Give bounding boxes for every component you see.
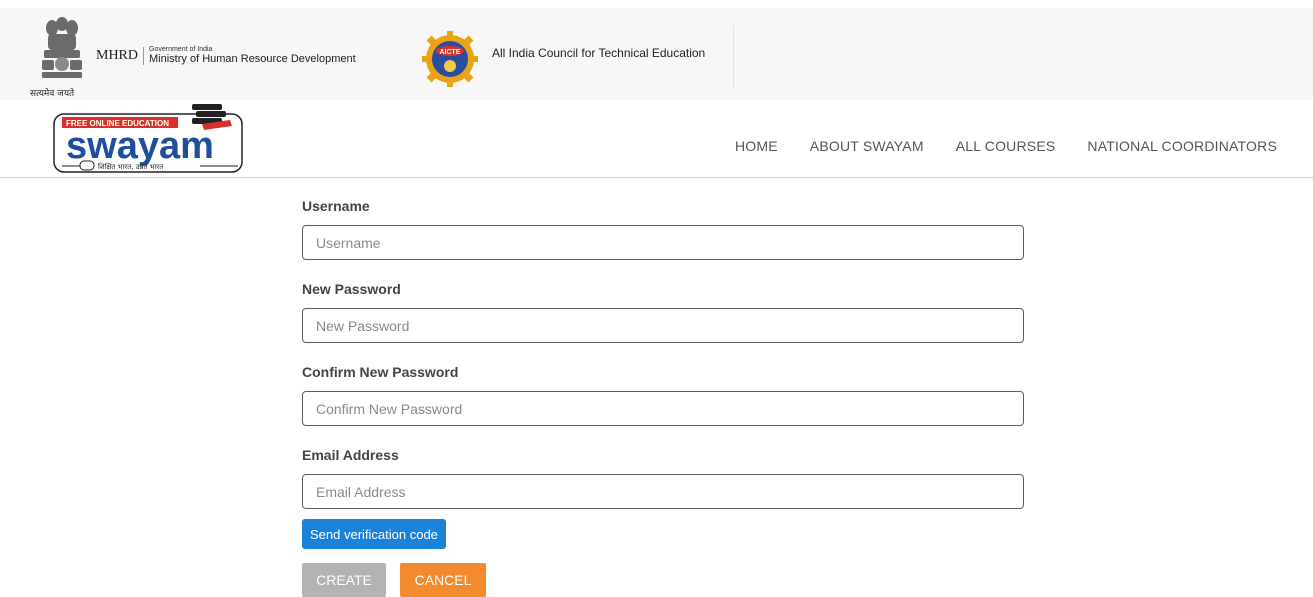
main-navbar: FREE ONLINE EDUCATION swayam शिक्षित भार…: [0, 100, 1313, 178]
nav-about-swayam[interactable]: ABOUT SWAYAM: [810, 138, 924, 154]
confirm-password-group: Confirm New Password: [302, 362, 1024, 445]
mhrd-title: MHRD: [96, 46, 145, 65]
new-password-group: New Password: [302, 279, 1024, 362]
gov-header-bar: सत्यमेव जयते MHRD Government of India Mi…: [0, 0, 1313, 100]
swayam-logo[interactable]: FREE ONLINE EDUCATION swayam शिक्षित भार…: [52, 102, 244, 176]
nav-national-coordinators[interactable]: NATIONAL COORDINATORS: [1087, 138, 1277, 154]
emblem-motto: सत्यमेव जयते: [30, 89, 75, 99]
username-label: Username: [302, 198, 370, 214]
form-actions: CREATE CANCEL: [302, 563, 1024, 597]
aicte-name: All India Council for Technical Educatio…: [492, 46, 706, 60]
email-input[interactable]: [302, 474, 1024, 509]
aicte-logo[interactable]: AICTE: [420, 29, 480, 89]
new-password-label: New Password: [302, 281, 401, 297]
nav-all-courses[interactable]: ALL COURSES: [956, 138, 1056, 154]
swayam-logo-graphic: FREE ONLINE EDUCATION swayam शिक्षित भार…: [53, 104, 243, 173]
send-verification-code-button[interactable]: Send verification code: [302, 519, 446, 549]
new-password-input[interactable]: [302, 308, 1024, 343]
aicte-gear-icon: AICTE: [422, 31, 478, 87]
swayam-subtagline: शिक्षित भारत, उन्नत भारत: [98, 162, 164, 171]
mhrd-logo[interactable]: MHRD Government of India Ministry of Hum…: [96, 46, 356, 65]
cancel-button[interactable]: CANCEL: [400, 563, 486, 597]
nav-menu: HOME ABOUT SWAYAM ALL COURSES NATIONAL C…: [735, 138, 1277, 154]
confirm-password-label: Confirm New Password: [302, 364, 459, 380]
email-group: Email Address: [302, 445, 1024, 509]
username-group: Username: [302, 196, 1024, 279]
ashoka-emblem-icon: [42, 17, 82, 78]
mhrd-ministry-text: Ministry of Human Resource Development: [149, 53, 356, 65]
create-button[interactable]: CREATE: [302, 563, 386, 597]
confirm-password-input[interactable]: [302, 391, 1024, 426]
aicte-logo-text: AICTE: [440, 49, 461, 56]
email-label: Email Address: [302, 447, 399, 463]
nav-home[interactable]: HOME: [735, 138, 778, 154]
national-emblem-logo: सत्यमेव जयते: [30, 12, 94, 99]
username-input[interactable]: [302, 225, 1024, 260]
mhrd-gov-text: Government of India: [149, 46, 213, 53]
header-divider: [733, 26, 734, 90]
create-account-form: Username New Password Confirm New Passwo…: [302, 196, 1024, 597]
